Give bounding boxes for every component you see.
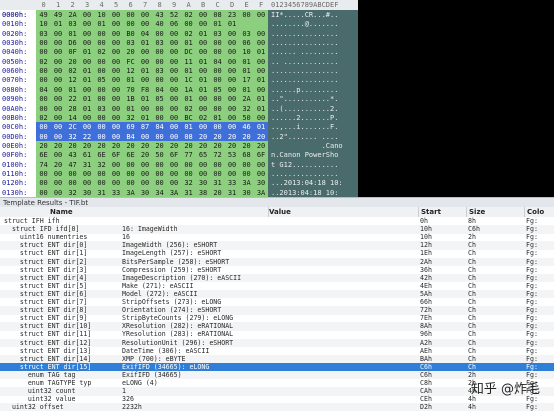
hex-column-label: C — [215, 1, 220, 9]
hex-byte[interactable]: 31 — [94, 187, 110, 197]
hex-byte[interactable]: 32 — [65, 187, 81, 197]
hex-row[interactable]: 0130h: 00 00 32 30 31 33 3A 30 34 3A 31 38 20 31 30 3A..… — [0, 187, 358, 197]
color-column-header[interactable]: Colo — [524, 207, 554, 217]
hex-byte[interactable]: 31 — [224, 187, 240, 197]
hex-byte[interactable]: 3A — [166, 187, 182, 197]
hex-row-bytes[interactable]: 00 00 32 30 31 33 3A 30 34 3A 31 38 20 31 30 3A — [36, 187, 278, 197]
value-column-label: Value — [269, 208, 291, 216]
hex-column-label: 4 — [99, 1, 104, 9]
template-results-title: Template Results - TIF.bt — [0, 197, 554, 207]
hex-byte[interactable]: 30 — [79, 187, 95, 197]
hex-column-label: 5 — [113, 1, 119, 9]
hex-column-label: 9 — [171, 1, 177, 9]
template-cell-color: Fg: — [526, 403, 538, 411]
hex-column-label: B — [200, 1, 206, 9]
hex-column-label: 1 — [55, 1, 61, 9]
hex-byte[interactable]: 34 — [152, 187, 168, 197]
hex-blank-area — [358, 0, 554, 197]
hex-column-label: A — [186, 1, 191, 9]
value-column-header[interactable]: Value — [268, 207, 418, 217]
hex-column-label: 0 — [41, 1, 46, 9]
hex-column-label: F — [258, 1, 264, 9]
hex-byte[interactable]: 33 — [108, 187, 124, 197]
ascii-header: 0123456789ABCDEF — [268, 0, 358, 10]
hex-column-label: E — [244, 1, 249, 9]
hex-column-label: 7 — [142, 1, 148, 9]
hex-byte[interactable]: 00 — [50, 187, 66, 197]
hex-byte[interactable]: 3A — [123, 187, 139, 197]
hex-byte[interactable]: 30 — [137, 187, 153, 197]
hex-header-columns: 0 1 2 3 4 5 6 7 8 9 A B C D E F — [36, 0, 278, 10]
size-column-header[interactable]: Size — [466, 207, 524, 217]
hex-editor-pane[interactable]: 0000h: 0123456789ABCDEF 0123456789ABCDEF… — [0, 0, 554, 197]
hex-column-label: 2 — [70, 1, 75, 9]
start-column-header[interactable]: Start — [418, 207, 466, 217]
hex-row-ascii[interactable]: ..2013:04:18 10: — [268, 187, 358, 197]
hex-column-label: 8 — [157, 1, 162, 9]
template-row[interactable]: uint32 offset 2232h D2h 4h Fg: — [0, 403, 554, 411]
template-cell-start: D2h — [420, 403, 432, 411]
template-cell-value: 2232h — [122, 403, 142, 411]
hex-byte[interactable]: 3A — [253, 187, 269, 197]
hex-column-label: 3 — [84, 1, 90, 9]
watermark: 知乎 @炸毛 — [470, 382, 540, 397]
template-cell-size: 4h — [468, 403, 476, 411]
hex-byte[interactable]: 20 — [210, 187, 226, 197]
hex-byte[interactable]: 00 — [36, 187, 52, 197]
hex-byte[interactable]: 31 — [181, 187, 197, 197]
name-column-header[interactable]: Name — [0, 207, 268, 217]
hex-column-label: D — [229, 1, 235, 9]
hex-column-label: 6 — [128, 1, 133, 9]
hex-row-offset: 0130h: — [2, 188, 28, 197]
hex-byte[interactable]: 38 — [195, 187, 211, 197]
hex-byte[interactable]: 30 — [239, 187, 255, 197]
